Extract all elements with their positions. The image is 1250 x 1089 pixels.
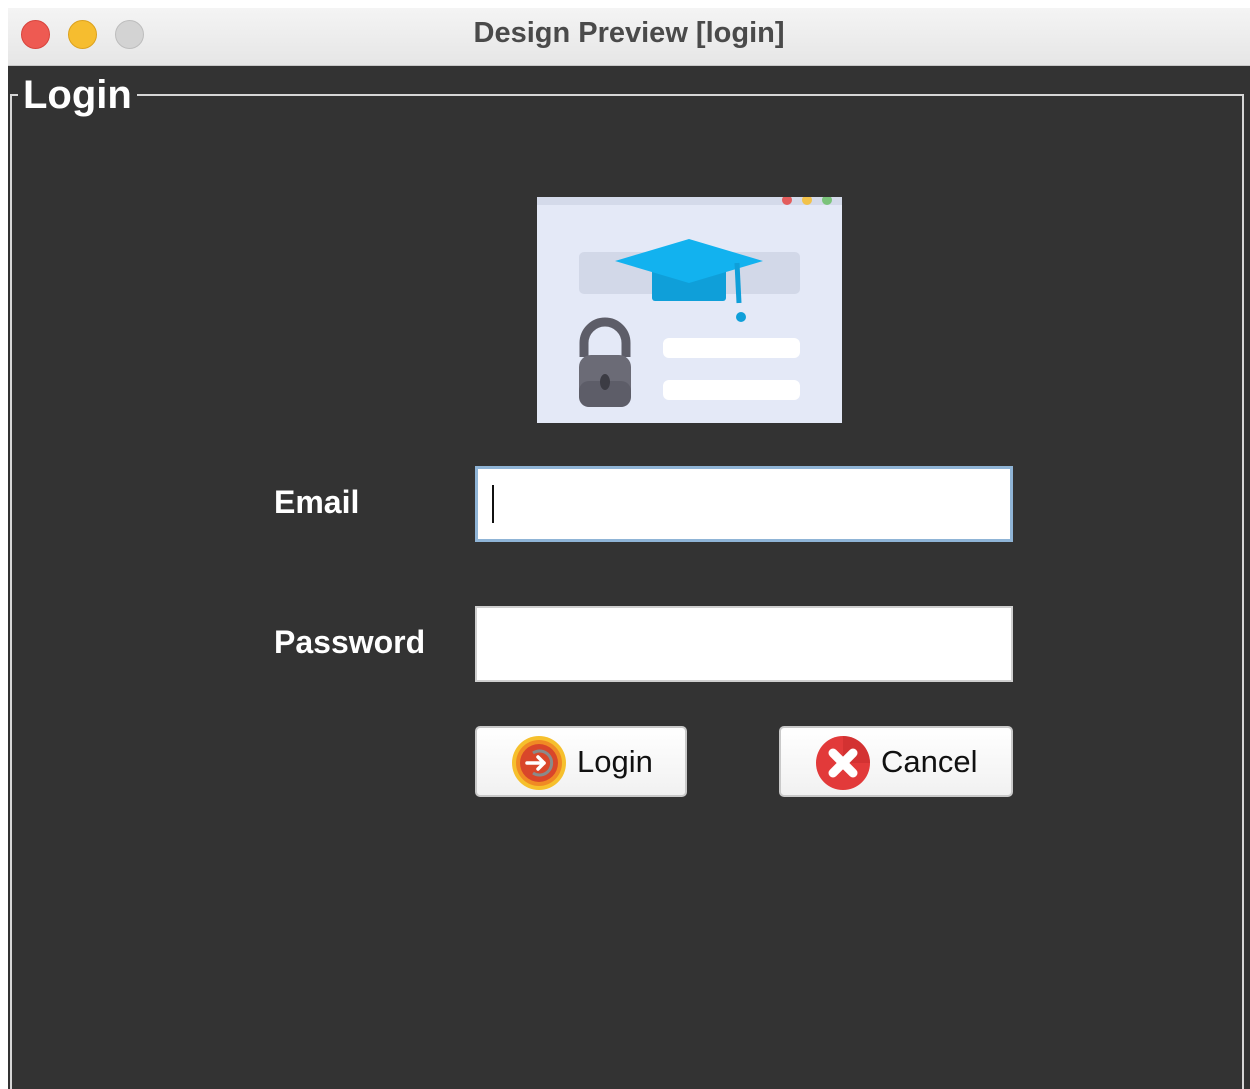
email-label: Email — [274, 484, 360, 520]
cancel-button-label: Cancel — [881, 744, 978, 779]
login-arrow-icon — [512, 736, 566, 790]
login-button-label: Login — [577, 744, 653, 779]
login-button[interactable]: Login — [475, 726, 687, 797]
cancel-button[interactable]: Cancel — [779, 726, 1013, 797]
login-illustration-icon — [537, 197, 842, 423]
title-bar[interactable]: Design Preview [login] — [8, 8, 1250, 66]
password-label: Password — [274, 624, 426, 660]
window-title: Design Preview [login] — [473, 17, 785, 49]
cancel-x-icon — [816, 736, 870, 790]
text-caret — [492, 485, 494, 523]
app-window: Design Preview [login] Login Email Passw… — [8, 8, 1250, 1089]
login-panel: Login Email Password Login Cancel — [8, 66, 1250, 1089]
email-field[interactable] — [475, 466, 1013, 542]
password-field[interactable] — [475, 606, 1013, 682]
login-group-title: Login — [18, 71, 137, 119]
